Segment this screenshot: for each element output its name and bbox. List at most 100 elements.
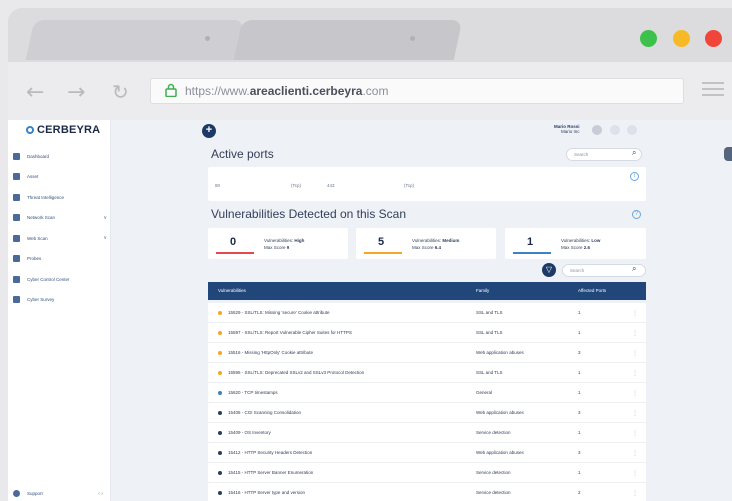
forward-arrow-icon[interactable]: →	[67, 80, 85, 105]
sidebar-item[interactable]: Dashboard	[13, 149, 107, 163]
notification-icon[interactable]	[610, 125, 620, 135]
ports-search-input[interactable]: Search	[566, 148, 642, 161]
row-menu-icon[interactable]: ⋮	[632, 470, 638, 477]
column-header-family[interactable]: Family	[476, 288, 489, 293]
column-header-vulnerabilities[interactable]: Vulnerabilities	[218, 288, 246, 293]
table-row[interactable]: 15409 - OS Inventory Service detection 1 ⋮	[208, 423, 646, 443]
sidebar-item[interactable]: Asset	[13, 170, 107, 184]
vulnerability-family: SSL and TLS	[476, 310, 503, 315]
sidebar-item-label: Cyber Survey	[27, 297, 55, 302]
vulnerability-family: Service detection	[476, 430, 511, 435]
sidebar-item[interactable]: Probes	[13, 252, 107, 266]
row-menu-icon[interactable]: ⋮	[632, 370, 638, 377]
browser-menu-icon[interactable]	[702, 82, 724, 100]
vulnerability-summary-card[interactable]: 0 Vulnerabilities: High Max Score 9	[208, 228, 348, 259]
settings-icon[interactable]	[627, 125, 637, 135]
row-menu-icon[interactable]: ⋮	[632, 410, 638, 417]
vulnerability-family: Service detection	[476, 490, 511, 495]
address-bar[interactable]: https://www.areaclienti.cerbeyra.com	[150, 78, 684, 104]
filter-icon[interactable]: ▽	[542, 263, 556, 277]
table-row[interactable]: 15412 - HTTP Security Headers Detection W…	[208, 443, 646, 463]
scrollbar-handle[interactable]	[724, 147, 732, 161]
browser-tab-1[interactable]	[25, 20, 245, 60]
vulnerability-count: 1	[527, 236, 534, 248]
sidebar-item-label: Probes	[27, 256, 42, 261]
main-content: + Mario Rossi Mario Inc Active ports Sear…	[116, 120, 732, 501]
affected-ports: 3	[578, 410, 581, 415]
search-icon[interactable]: ⌕	[632, 148, 636, 158]
sidebar-item-label: Threat Intelligence	[27, 194, 65, 200]
back-arrow-icon[interactable]: ←	[26, 80, 44, 105]
row-menu-icon[interactable]: ⋮	[632, 310, 638, 317]
row-menu-icon[interactable]: ⋮	[632, 430, 638, 437]
chevron-down-icon[interactable]: ∨	[103, 235, 107, 241]
vulnerability-name: 15529 - SSL/TLS: Missing 'secure' Cookie…	[228, 310, 330, 315]
browser-tab-2[interactable]	[233, 20, 463, 60]
info-icon[interactable]: i	[630, 172, 639, 181]
table-row[interactable]: 15595 - SSL/TLS: Deprecated SSLv2 and SS…	[208, 363, 646, 383]
sidebar-item-label: Asset	[27, 174, 39, 179]
port-number: 443	[327, 183, 335, 188]
vulnerability-name: 15620 - TCP timestamps	[228, 390, 278, 395]
avatar[interactable]	[592, 125, 602, 135]
severity-dot	[218, 331, 222, 335]
table-row[interactable]: 15597 - SSL/TLS: Report Vulnerable Ciphe…	[208, 323, 646, 343]
port-number: 80	[215, 183, 221, 188]
vulnerability-family: SSL and TLS	[476, 330, 503, 335]
table-row[interactable]: 15620 - TCP timestamps General 1 ⋮	[208, 383, 646, 403]
vulnerability-name: 15406 - CGI Scanning Consolidation	[228, 410, 302, 415]
vulnerability-summary-card[interactable]: 5 Vulnerabilities: Medium Max Score 6.4	[356, 228, 496, 259]
severity-dot	[218, 431, 222, 435]
table-row[interactable]: 15406 - CGI Scanning Consolidation Web ap…	[208, 403, 646, 423]
table-row[interactable]: 15416 - HTTP Server type and version Serv…	[208, 483, 646, 501]
search-icon[interactable]: ⌕	[632, 264, 636, 274]
footer-icons[interactable]: ‹ ›	[98, 491, 103, 497]
table-row[interactable]: 15516 - Missing 'HttpOnly' Cookie attrib…	[208, 343, 646, 363]
table-row[interactable]: 15529 - SSL/TLS: Missing 'secure' Cookie…	[208, 303, 646, 323]
ports-card: i	[208, 167, 646, 201]
chevron-down-icon[interactable]: ∨	[103, 215, 107, 221]
vulnerability-label: Vulnerabilities: Medium Max Score 6.4	[412, 238, 460, 250]
user-info[interactable]: Mario Rossi Mario Inc	[554, 124, 580, 134]
maximize-light-icon[interactable]	[640, 30, 657, 47]
severity-dot	[218, 391, 222, 395]
tab-close-icon[interactable]	[205, 36, 210, 41]
sidebar-item[interactable]: Threat Intelligence	[13, 190, 107, 204]
row-menu-icon[interactable]: ⋮	[632, 450, 638, 457]
support-icon	[13, 490, 20, 497]
close-light-icon[interactable]	[705, 30, 722, 47]
sidebar-item[interactable]: Web Scan ∨	[13, 231, 107, 245]
row-menu-icon[interactable]: ⋮	[632, 350, 638, 357]
reload-icon[interactable]: ↻	[112, 80, 129, 104]
support-item[interactable]: Support ‹ ›	[13, 490, 103, 497]
info-icon[interactable]: ?	[632, 210, 641, 219]
column-header-affected-ports[interactable]: Affected Ports	[578, 288, 606, 293]
row-menu-icon[interactable]: ⋮	[632, 330, 638, 337]
sidebar-item-label: Cyber Control Center	[27, 276, 70, 282]
vulnerability-name: 15516 - Missing 'HttpOnly' Cookie attrib…	[228, 350, 314, 355]
survey-icon	[13, 296, 20, 303]
vulnerability-name: 15597 - SSL/TLS: Report Vulnerable Ciphe…	[228, 330, 352, 335]
sidebar-item-label: Network Scan	[27, 215, 56, 220]
lock-icon	[165, 83, 177, 97]
vulnerability-summary-card[interactable]: 1 Vulnerabilities: Low Max Score 2.6	[505, 228, 646, 259]
asset-icon	[13, 173, 20, 180]
brand-logo[interactable]: CERBEYRA	[26, 124, 100, 136]
vulnerability-label: Vulnerabilities: High Max Score 9	[264, 238, 305, 250]
sidebar-item[interactable]: Network Scan ∨	[13, 211, 107, 225]
table-row[interactable]: 15415 - HTTP Server Banner Enumeration Se…	[208, 463, 646, 483]
tab-close-icon[interactable]	[410, 36, 415, 41]
row-menu-icon[interactable]: ⋮	[632, 390, 638, 397]
minimize-light-icon[interactable]	[673, 30, 690, 47]
add-button[interactable]: +	[202, 124, 216, 138]
sidebar-item[interactable]: Cyber Survey	[13, 293, 107, 307]
sidebar-item[interactable]: Cyber Control Center	[13, 272, 107, 286]
row-menu-icon[interactable]: ⋮	[632, 490, 638, 497]
vulnerability-family: Service detection	[476, 470, 511, 475]
affected-ports: 1	[578, 370, 581, 375]
severity-dot	[218, 491, 222, 495]
severity-dot	[218, 411, 222, 415]
probe-icon	[13, 255, 20, 262]
sidebar: CERBEYRA Dashboard Asset Threat Intelligen…	[8, 120, 111, 501]
vulnerability-count: 0	[230, 236, 237, 248]
